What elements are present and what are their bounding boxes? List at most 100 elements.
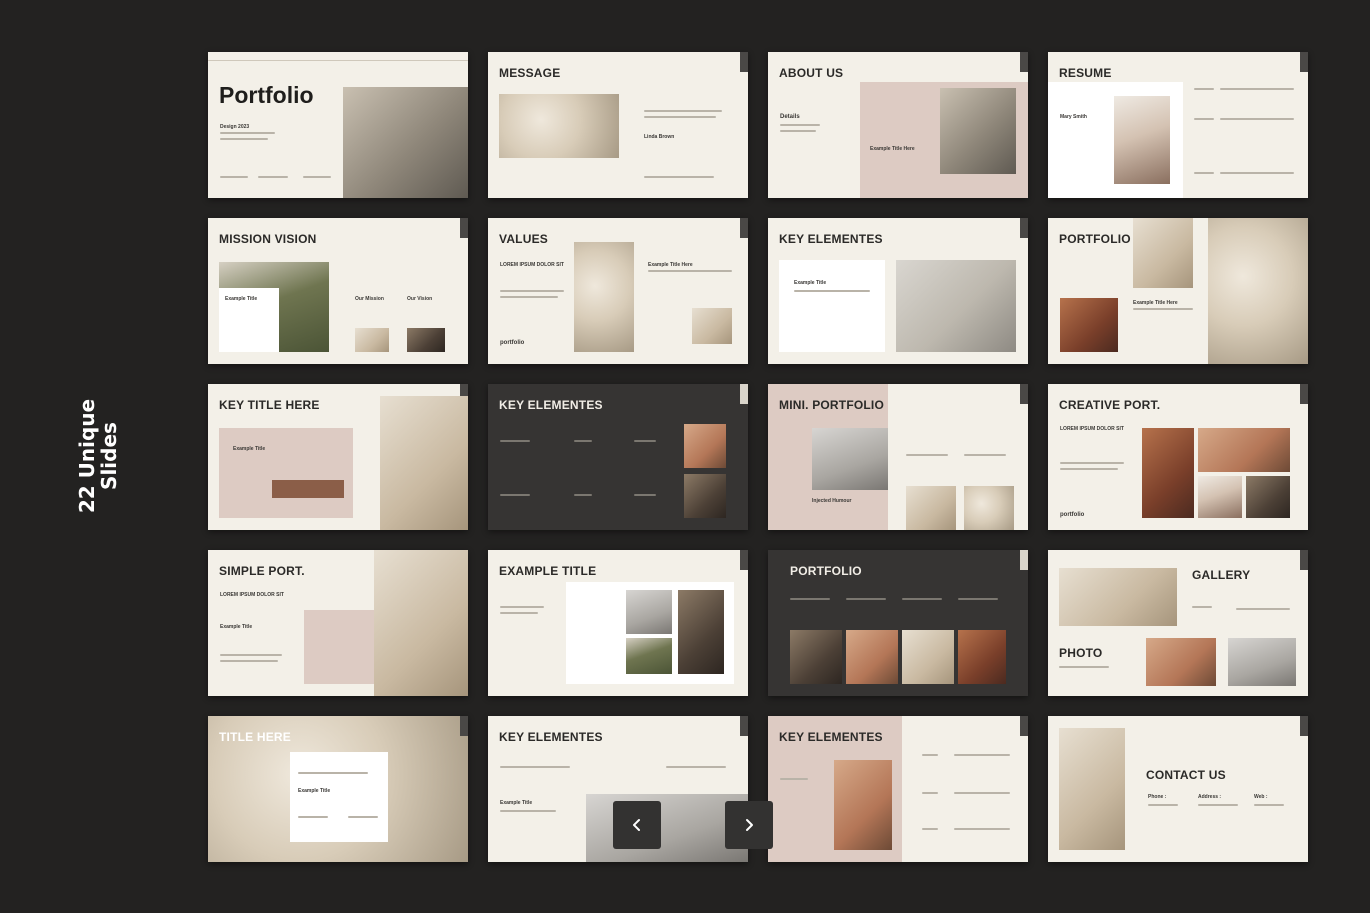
text-line bbox=[574, 440, 592, 442]
text-line bbox=[922, 828, 938, 830]
slide-tab bbox=[1020, 384, 1028, 404]
slide-tab bbox=[1020, 52, 1028, 72]
text-line bbox=[1133, 308, 1193, 310]
photo-armchair bbox=[896, 260, 1016, 352]
slide-about-us[interactable]: ABOUT US Details Example Title Here bbox=[768, 52, 1028, 198]
text-line bbox=[954, 754, 1010, 756]
slide-count-caption: 22 Unique Slides bbox=[75, 398, 121, 514]
text-line bbox=[500, 296, 558, 298]
photo-object bbox=[684, 474, 726, 518]
text-line bbox=[634, 440, 656, 442]
slide-mission-vision[interactable]: MISSION VISION Example Title Our Mission… bbox=[208, 218, 468, 364]
slide-values[interactable]: VALUES LOREM IPSUM DOLOR SIT portfolio E… bbox=[488, 218, 748, 364]
slide-title: CONTACT US bbox=[1146, 768, 1226, 782]
slide-tab bbox=[740, 384, 748, 404]
slide-tab bbox=[740, 52, 748, 72]
text-line bbox=[666, 766, 726, 768]
content-card bbox=[290, 752, 388, 842]
photo-interior bbox=[940, 88, 1016, 174]
text-line bbox=[780, 778, 808, 780]
text-line bbox=[220, 660, 278, 662]
slide-mini-portfolio[interactable]: MINI. PORTFOLIO Injected Humour bbox=[768, 384, 1028, 530]
slide-contact-us[interactable]: CONTACT US Phone : Address : Web : bbox=[1048, 716, 1308, 862]
slide-tab bbox=[460, 716, 468, 736]
slide-title: MINI. PORTFOLIO bbox=[779, 398, 884, 412]
slide-key-elementes-dark[interactable]: KEY ELEMENTES bbox=[488, 384, 748, 530]
slide-tab bbox=[1020, 550, 1028, 570]
slide-example-title[interactable]: EXAMPLE TITLE bbox=[488, 550, 748, 696]
slide-key-title-here[interactable]: KEY TITLE HERE Example Title bbox=[208, 384, 468, 530]
slide-tab bbox=[1020, 218, 1028, 238]
photo-wall-art bbox=[1059, 568, 1177, 626]
slide-message[interactable]: MESSAGE Linda Brown bbox=[488, 52, 748, 198]
text-line bbox=[958, 598, 998, 600]
photo-small bbox=[906, 486, 956, 530]
slide-subtitle: LOREM IPSUM DOLOR SIT bbox=[220, 592, 284, 598]
slide-gallery-photo[interactable]: GALLERY PHOTO bbox=[1048, 550, 1308, 696]
photo-collage bbox=[1246, 476, 1290, 518]
photo-tile bbox=[846, 630, 898, 684]
text-card bbox=[779, 260, 885, 352]
slide-title: CREATIVE PORT. bbox=[1059, 398, 1161, 412]
slide-title: KEY ELEMENTES bbox=[499, 398, 603, 412]
text-line bbox=[902, 598, 942, 600]
example-title: Injected Humour bbox=[812, 498, 852, 504]
slide-title: VALUES bbox=[499, 232, 548, 246]
text-line bbox=[1060, 462, 1124, 464]
slide-portfolio-cover[interactable]: Portfolio Design 2023 bbox=[208, 52, 468, 198]
photo-tile bbox=[902, 630, 954, 684]
slide-title: RESUME bbox=[1059, 66, 1112, 80]
text-line bbox=[634, 494, 656, 496]
photo-flowers-table bbox=[374, 550, 468, 696]
photo-sofa-top bbox=[1133, 218, 1193, 288]
text-line bbox=[1220, 172, 1294, 174]
slide-title: Portfolio bbox=[219, 82, 314, 108]
text-line bbox=[1192, 606, 1212, 608]
text-line bbox=[500, 494, 530, 496]
text-line bbox=[1059, 666, 1109, 668]
brand-mark: portfolio bbox=[1060, 512, 1085, 518]
photo-small bbox=[626, 638, 672, 674]
photo-collage bbox=[1198, 428, 1290, 472]
slide-creative-port[interactable]: CREATIVE PORT. LOREM IPSUM DOLOR SIT por… bbox=[1048, 384, 1308, 530]
text-line bbox=[574, 494, 592, 496]
photo-bench bbox=[272, 480, 344, 498]
previous-slide-button[interactable] bbox=[613, 801, 661, 849]
slide-title-here[interactable]: TITLE HERE Example Title bbox=[208, 716, 468, 862]
slide-title: KEY ELEMENTES bbox=[779, 730, 883, 744]
photo-tall bbox=[678, 590, 724, 674]
slide-grid: Portfolio Design 2023 MESSAGE Linda Brow… bbox=[208, 52, 1308, 862]
slide-resume[interactable]: RESUME Mary Smith bbox=[1048, 52, 1308, 198]
text-line bbox=[1198, 804, 1238, 806]
text-line bbox=[1194, 88, 1214, 90]
text-line bbox=[922, 792, 938, 794]
text-line bbox=[500, 440, 530, 442]
slide-key-elementes-3[interactable]: KEY ELEMENTES bbox=[768, 716, 1028, 862]
top-rule bbox=[208, 60, 468, 61]
slide-title: KEY TITLE HERE bbox=[219, 398, 320, 412]
slide-simple-port[interactable]: SIMPLE PORT. LOREM IPSUM DOLOR SIT Examp… bbox=[208, 550, 468, 696]
slide-tab bbox=[1300, 52, 1308, 72]
caption-line-1: 22 Unique bbox=[75, 398, 99, 514]
photo-collage bbox=[1198, 476, 1242, 518]
slide-title: PORTFOLIO bbox=[1059, 232, 1131, 246]
author-name: Linda Brown bbox=[644, 134, 675, 140]
text-line bbox=[500, 612, 538, 614]
pink-panel bbox=[219, 428, 353, 518]
photo-sofa-large bbox=[1208, 218, 1308, 364]
text-line bbox=[906, 454, 948, 456]
photo-tile bbox=[958, 630, 1006, 684]
text-line bbox=[1194, 172, 1214, 174]
slide-title: KEY ELEMENTES bbox=[499, 730, 603, 744]
slide-subtitle: Design 2023 bbox=[220, 124, 250, 130]
next-slide-button[interactable] bbox=[725, 801, 773, 849]
slide-portfolio-2[interactable]: PORTFOLIO Example Title Here bbox=[1048, 218, 1308, 364]
photo-vases bbox=[586, 794, 748, 862]
slide-portfolio-dark[interactable]: PORTFOLIO bbox=[768, 550, 1028, 696]
photo-sofa-throw bbox=[380, 396, 468, 530]
slide-title: GALLERY bbox=[1192, 568, 1251, 582]
slide-tab bbox=[1300, 550, 1308, 570]
example-title: Example Title Here bbox=[870, 146, 915, 152]
web-label: Web : bbox=[1254, 794, 1268, 800]
slide-key-elementes-1[interactable]: KEY ELEMENTES Example Title bbox=[768, 218, 1028, 364]
